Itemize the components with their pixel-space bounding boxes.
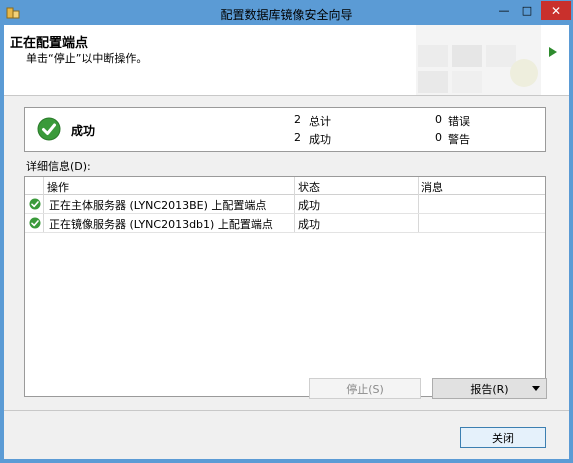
success-check-icon [29, 217, 41, 229]
success-check-icon [29, 198, 41, 210]
success-check-icon [37, 117, 61, 141]
maximize-icon: □ [521, 4, 533, 17]
row-status: 成功 [298, 199, 320, 212]
error-label: 错误 [448, 115, 470, 128]
report-button[interactable]: 报告(R) [432, 378, 547, 399]
details-grid[interactable]: 操作 状态 消息 正在主体服务器 (LYNC2013BE) 上配置端点 成功 正… [24, 176, 546, 397]
window-title: 配置数据库镜像安全向导 [220, 8, 353, 22]
close-window-button[interactable]: ✕ [541, 1, 571, 20]
row-status: 成功 [298, 218, 320, 231]
column-header-status[interactable]: 状态 [298, 179, 320, 195]
overall-status: 成功 [71, 124, 96, 138]
total-label: 总计 [309, 115, 331, 128]
close-icon: ✕ [550, 3, 562, 18]
minimize-icon: — [498, 4, 510, 17]
title-bar[interactable]: 配置数据库镜像安全向导 — □ ✕ [1, 1, 572, 25]
table-row[interactable]: 正在镜像服务器 (LYNC2013db1) 上配置端点 成功 [25, 214, 545, 233]
maximize-button[interactable]: □ [515, 1, 539, 20]
warning-count: 0 [435, 131, 442, 144]
header-arrow-icon [549, 47, 557, 57]
success-label: 成功 [309, 133, 331, 146]
row-operation: 正在主体服务器 (LYNC2013BE) 上配置端点 [49, 199, 267, 212]
grid-header: 操作 状态 消息 [25, 177, 545, 195]
wizard-header: 正在配置端点 单击“停止”以中断操作。 [4, 25, 569, 96]
wizard-window: 配置数据库镜像安全向导 — □ ✕ 正在配置端点 单击“停止”以中断操作。 成功… [0, 0, 573, 463]
close-button[interactable]: 关闭 [460, 427, 546, 448]
details-label: 详细信息(D): [26, 160, 91, 173]
footer-divider [4, 410, 569, 411]
column-header-operation[interactable]: 操作 [47, 179, 69, 195]
total-count: 2 [294, 113, 301, 126]
report-button-label: 报告(R) [470, 382, 509, 396]
success-count: 2 [294, 131, 301, 144]
page-title: 正在配置端点 [10, 36, 89, 51]
page-subtitle: 单击“停止”以中断操作。 [26, 52, 148, 65]
stop-button[interactable]: 停止(S) [309, 378, 421, 399]
warning-label: 警告 [448, 133, 470, 146]
table-row[interactable]: 正在主体服务器 (LYNC2013BE) 上配置端点 成功 [25, 195, 545, 214]
header-decoration [416, 25, 541, 95]
minimize-button[interactable]: — [492, 1, 516, 20]
column-header-message[interactable]: 消息 [421, 179, 443, 195]
error-count: 0 [435, 113, 442, 126]
summary-panel: 成功 2 总计 2 成功 0 错误 0 警告 [24, 107, 546, 152]
row-operation: 正在镜像服务器 (LYNC2013db1) 上配置端点 [49, 218, 273, 231]
dialog-client-area: 正在配置端点 单击“停止”以中断操作。 成功 2 总计 2 成功 0 错误 0 … [4, 25, 569, 459]
dropdown-arrow-icon[interactable] [532, 386, 540, 391]
